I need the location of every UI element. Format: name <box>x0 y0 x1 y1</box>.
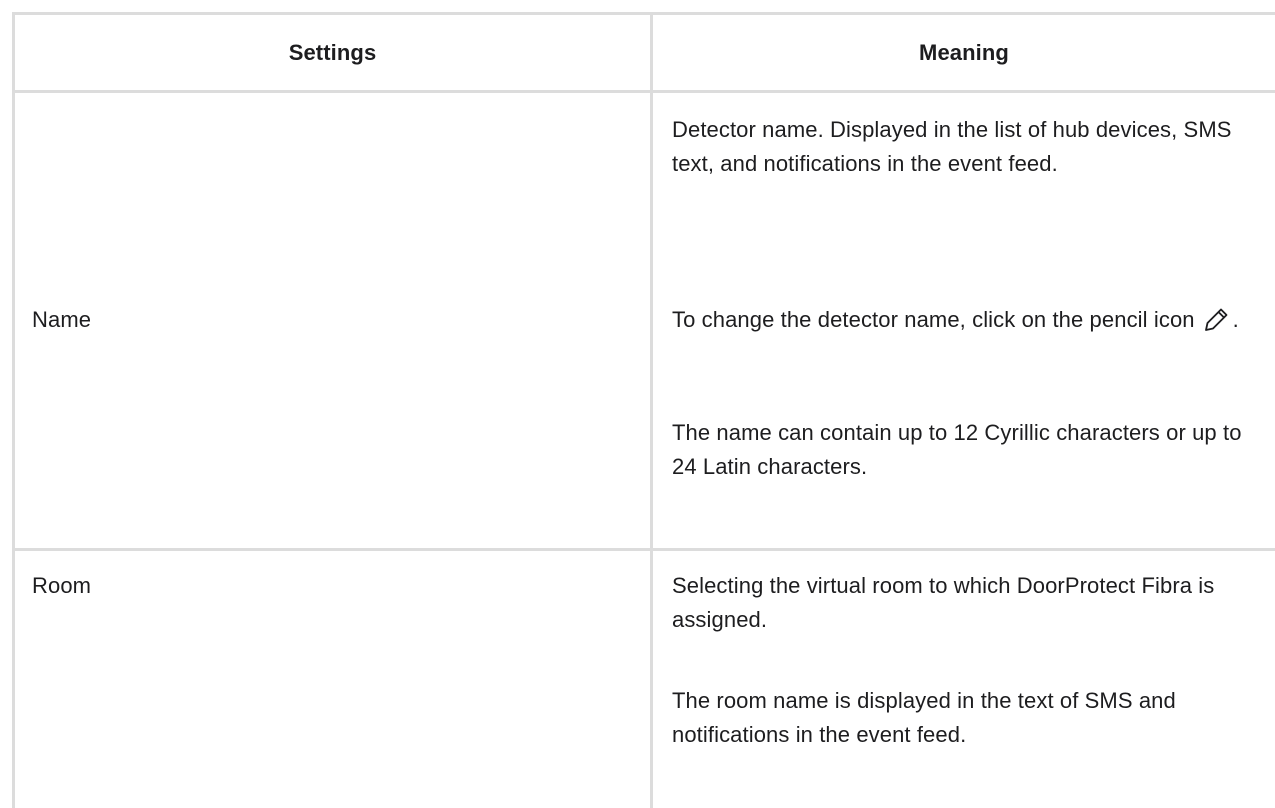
header-bottom-border <box>12 90 1275 93</box>
header-settings: Settings <box>288 40 377 65</box>
header-meaning: Meaning <box>919 40 1009 65</box>
settings-table: Settings Meaning Name Detector name. Dis… <box>0 0 1275 808</box>
setting-room: Room <box>32 573 92 598</box>
meaning-name-paragraph-3: The name can contain up to 12 Cyrillic c… <box>672 420 1242 479</box>
setting-name: Name <box>32 307 92 332</box>
row-divider <box>12 548 1275 551</box>
table-left-border <box>12 12 15 808</box>
meaning-room-paragraph-2: The room name is displayed in the text o… <box>672 688 1176 747</box>
column-divider <box>650 12 653 808</box>
pencil-instruction-end: . <box>1232 307 1239 332</box>
pencil-instruction-text: To change the detector name, click on th… <box>672 307 1195 332</box>
meaning-name-paragraph-1: Detector name. Displayed in the list of … <box>672 117 1232 176</box>
meaning-name: Detector name. Displayed in the list of … <box>672 113 1272 181</box>
meaning-room-paragraph-1: Selecting the virtual room to which Door… <box>672 573 1215 632</box>
pencil-icon <box>1201 305 1231 333</box>
meaning-name-paragraph-2: To change the detector name, click on th… <box>672 303 1272 337</box>
table-top-border <box>12 12 1275 15</box>
